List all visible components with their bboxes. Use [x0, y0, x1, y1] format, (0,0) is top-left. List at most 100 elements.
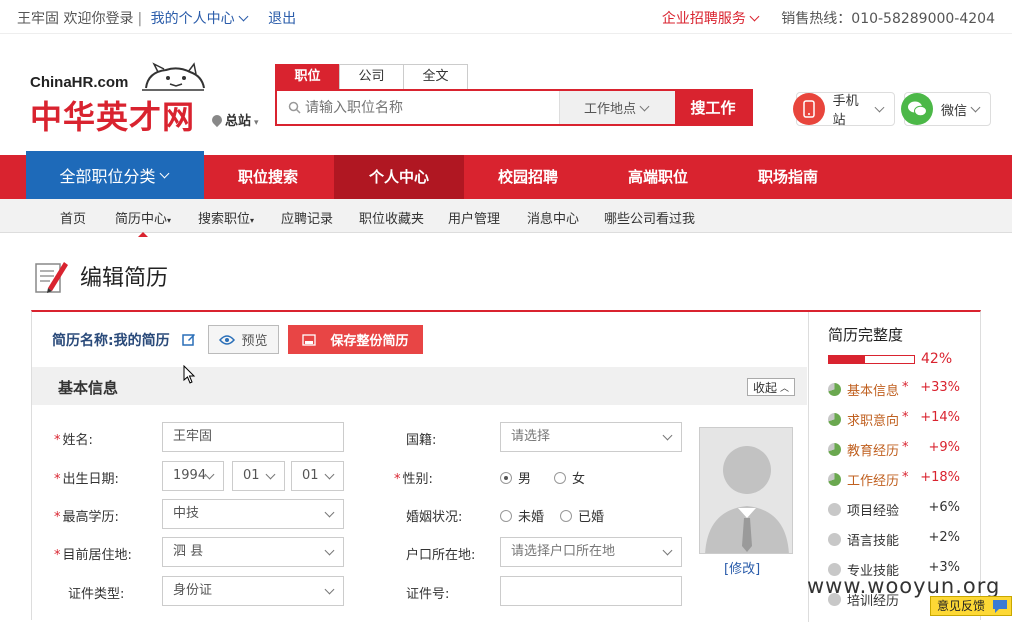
- location-pin-icon: [209, 112, 225, 128]
- tiger-mascot-icon: [142, 62, 205, 91]
- completeness-item-name: 工作经历: [847, 474, 900, 489]
- completeness-item[interactable]: 工作经历 * +18%: [828, 470, 968, 489]
- completeness-item-value: +2%: [928, 530, 960, 545]
- completeness-item-value: +9%: [928, 440, 960, 455]
- id-number-input[interactable]: [500, 576, 682, 606]
- section-title: 基本信息: [58, 379, 119, 397]
- subnav-user-management[interactable]: 用户管理: [448, 208, 500, 227]
- subnav-who-viewed-me[interactable]: 哪些公司看过我: [604, 208, 695, 227]
- chevron-down-icon: [159, 168, 169, 179]
- nav-senior-positions[interactable]: 高端职位: [593, 155, 723, 199]
- save-icon: [302, 333, 317, 346]
- site-logo[interactable]: ChinaHR.com 中华英才网: [30, 62, 210, 135]
- subnav-application-records[interactable]: 应聘记录: [281, 208, 333, 227]
- residence-select[interactable]: 泗 县: [162, 537, 344, 567]
- sub-nav: 首页 简历中心▾ 搜索职位▾ 应聘记录 职位收藏夹 用户管理 消息中心 哪些公司…: [0, 199, 1012, 237]
- completeness-item[interactable]: 语言技能 +2%: [828, 530, 968, 549]
- watermark: www.wooyun.org: [807, 574, 1001, 598]
- name-input[interactable]: 王牢固: [162, 422, 344, 452]
- marital-married-radio[interactable]: 已婚: [560, 506, 604, 525]
- tab-fulltext[interactable]: 全文: [403, 64, 468, 90]
- edit-name-icon[interactable]: [182, 332, 196, 346]
- top-bar: 王牢固 欢迎你登录 | 我的个人中心 退出 企业招聘服务 销售热线：010-582…: [0, 0, 1012, 34]
- wechat-button[interactable]: 微信: [901, 92, 991, 126]
- birth-year-select[interactable]: 1994: [162, 461, 224, 491]
- radio-checked-icon: [500, 471, 512, 484]
- completeness-progress-bar: [828, 355, 915, 364]
- completeness-item-value: +14%: [920, 410, 960, 425]
- all-job-categories-button[interactable]: 全部职位分类: [26, 151, 204, 199]
- completeness-item-name: 教育经历: [847, 444, 900, 459]
- marital-label: 婚姻状况:: [406, 510, 463, 525]
- caret-down-icon: ▾: [250, 216, 255, 225]
- personal-center-link[interactable]: 我的个人中心: [151, 11, 250, 27]
- progress-pie-icon: [828, 473, 841, 486]
- nav-personal-center[interactable]: 个人中心: [334, 155, 464, 199]
- tab-job[interactable]: 职位: [275, 64, 340, 90]
- radio-unchecked-icon: [554, 471, 566, 484]
- search-job-button[interactable]: 搜工作: [675, 91, 751, 124]
- gender-male-radio[interactable]: 男: [500, 468, 531, 487]
- chevron-down-icon: [970, 102, 981, 113]
- subnav-home[interactable]: 首页: [60, 208, 86, 227]
- work-location-select[interactable]: 工作地点: [559, 91, 675, 124]
- required-star: *: [902, 470, 909, 485]
- mobile-site-button[interactable]: 手机站: [793, 92, 895, 128]
- feedback-button[interactable]: 意见反馈: [930, 596, 1012, 616]
- id-number-label: 证件号:: [406, 587, 450, 602]
- logo-chinese: 中华英才网: [30, 99, 196, 135]
- radio-unchecked-icon: [560, 509, 572, 522]
- greeting-text: 王牢固 欢迎你登录: [17, 11, 134, 27]
- completeness-item[interactable]: 求职意向 * +14%: [828, 410, 968, 429]
- basic-info-header: 基本信息 收起 ︿: [32, 367, 807, 405]
- logout-link[interactable]: 退出: [268, 11, 296, 27]
- required-star: *: [902, 380, 909, 395]
- completeness-item-name: 语言技能: [847, 534, 900, 549]
- birth-month-select[interactable]: 01: [232, 461, 285, 491]
- subnav-job-favorites[interactable]: 职位收藏夹: [359, 208, 424, 227]
- sales-hotline: 销售热线：010-58289000-4204: [781, 11, 995, 27]
- eye-icon: [219, 334, 236, 345]
- enterprise-service-link[interactable]: 企业招聘服务: [662, 11, 761, 27]
- search-area: 职位 公司 全文 工作地点 搜工作: [275, 64, 755, 126]
- subnav-search-jobs[interactable]: 搜索职位▾: [198, 208, 254, 227]
- subnav-resume-center[interactable]: 简历中心▾: [115, 208, 171, 237]
- main-nav: 全部职位分类 职位搜索 个人中心 校园招聘 高端职位 职场指南: [0, 151, 1012, 199]
- completeness-percent: 42%: [921, 351, 953, 367]
- chat-bubble-icon: [993, 600, 1007, 613]
- preview-button[interactable]: 预览: [208, 325, 279, 354]
- subnav-message-center[interactable]: 消息中心: [527, 208, 579, 227]
- id-type-select[interactable]: 身份证: [162, 576, 344, 606]
- completeness-item[interactable]: 教育经历 * +9%: [828, 440, 968, 459]
- hukou-select[interactable]: 请选择户口所在地: [500, 537, 682, 567]
- tab-company[interactable]: 公司: [339, 64, 404, 90]
- collapse-button[interactable]: 收起 ︿: [747, 378, 795, 396]
- search-tabs: 职位 公司 全文: [275, 64, 468, 90]
- id-type-label: 证件类型:: [68, 587, 125, 602]
- station-selector[interactable]: 总站 ▾: [209, 110, 259, 129]
- completeness-item[interactable]: 项目经验 +6%: [828, 500, 968, 519]
- nav-campus-recruit[interactable]: 校园招聘: [463, 155, 593, 199]
- nationality-select[interactable]: 请选择: [500, 422, 682, 452]
- completeness-title: 简历完整度: [828, 326, 904, 344]
- education-label: * 最高学历:: [54, 510, 119, 525]
- gender-female-radio[interactable]: 女: [554, 468, 585, 487]
- required-star: *: [902, 410, 909, 425]
- progress-pie-icon: [828, 383, 841, 396]
- chevron-down-icon: [749, 11, 760, 22]
- completeness-item[interactable]: 基本信息 * +33%: [828, 380, 968, 399]
- mouse-cursor-icon: [183, 365, 196, 384]
- modify-photo-link[interactable]: [修改]: [724, 558, 760, 577]
- page-title: 编辑简历: [80, 266, 169, 291]
- marital-single-radio[interactable]: 未婚: [500, 506, 544, 525]
- education-select[interactable]: 中技: [162, 499, 344, 529]
- search-input[interactable]: [301, 91, 559, 124]
- nav-job-search[interactable]: 职位搜索: [203, 155, 333, 199]
- birth-day-select[interactable]: 01: [291, 461, 344, 491]
- progress-fill: [829, 356, 865, 363]
- avatar-placeholder-icon: [705, 446, 789, 553]
- completeness-item-name: 项目经验: [847, 504, 900, 519]
- page-title-area: 编辑简历: [34, 258, 168, 294]
- save-resume-button[interactable]: 保存整份简历: [288, 325, 423, 354]
- nav-career-guide[interactable]: 职场指南: [723, 155, 853, 199]
